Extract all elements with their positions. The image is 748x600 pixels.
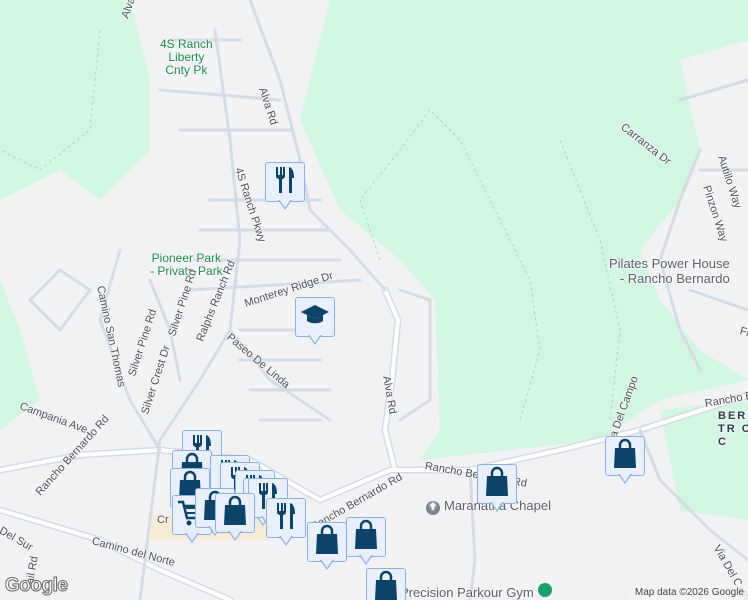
shopping-icon <box>222 495 248 532</box>
restaurant-marker[interactable] <box>266 498 306 550</box>
poi-precision-parkour-gym[interactable]: Precision Parkour Gym <box>400 583 552 600</box>
marker-box <box>265 162 305 202</box>
shopping-marker[interactable] <box>605 436 645 488</box>
school-icon <box>300 303 330 332</box>
school-marker[interactable] <box>295 297 335 349</box>
marker-pointer <box>308 334 322 345</box>
restaurant-marker[interactable] <box>265 162 305 214</box>
marker-pointer <box>278 199 292 210</box>
poi-pilates-power-house[interactable]: Pilates Power House - Rancho Bernardo <box>609 256 730 286</box>
restaurant-icon <box>274 501 298 536</box>
marker-box <box>477 464 517 504</box>
shopping-marker[interactable] <box>215 493 255 545</box>
shopping-icon <box>353 519 379 556</box>
marker-box <box>605 436 645 476</box>
marker-pointer <box>490 501 504 512</box>
marker-box <box>366 568 406 600</box>
marker-pointer <box>279 535 293 546</box>
shopping-marker[interactable] <box>477 464 517 516</box>
marker-pointer <box>320 559 334 570</box>
map-canvas[interactable]: 4S Ranch Liberty Cnty Pk Pioneer Park - Pri… <box>0 0 748 600</box>
gym-icon <box>537 583 552 597</box>
poi-label-line: - Rancho Bernardo <box>619 271 730 286</box>
google-logo[interactable]: Google <box>4 575 68 597</box>
area-label-line: BER <box>718 410 748 422</box>
marker-box <box>295 297 335 337</box>
marker-box <box>346 517 386 557</box>
map-attribution[interactable]: Map data ©2026 Google <box>630 585 748 600</box>
marker-box <box>266 498 306 538</box>
marker-pointer <box>228 530 242 541</box>
area-label: BER TR CC <box>718 410 748 449</box>
shopping-marker[interactable] <box>366 568 406 600</box>
shopping-marker[interactable] <box>307 522 347 574</box>
area-label-line: C <box>718 436 728 448</box>
map-base <box>0 0 748 600</box>
shopping-icon <box>373 570 399 600</box>
marker-pointer <box>618 473 632 484</box>
shopping-icon <box>484 466 510 503</box>
restaurant-icon <box>273 165 297 200</box>
park-label-line: Cnty Pk <box>165 63 208 77</box>
shopping-icon <box>314 524 340 561</box>
park-label-4s-ranch[interactable]: 4S Ranch Liberty Cnty Pk <box>160 38 213 77</box>
marker-pointer <box>359 554 373 565</box>
marker-box <box>307 522 347 562</box>
shopping-icon <box>612 438 638 475</box>
urban-areas <box>0 0 748 600</box>
poi-label: Precision Parkour Gym <box>400 585 534 600</box>
church-icon: ✝ <box>426 501 440 515</box>
street-label: Cr <box>157 514 169 526</box>
area-label-line: TR C <box>718 423 748 435</box>
marker-box <box>215 493 255 533</box>
shopping-marker[interactable] <box>346 517 386 569</box>
poi-label-line: Pilates Power House <box>609 256 730 271</box>
